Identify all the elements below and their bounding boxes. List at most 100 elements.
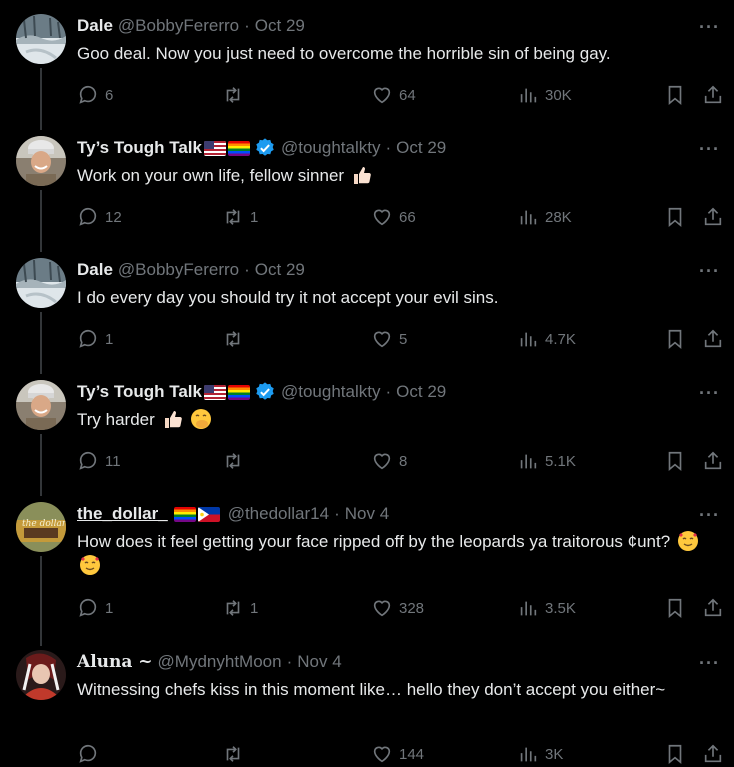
bookmark-button[interactable] bbox=[664, 742, 686, 766]
name-flags bbox=[204, 140, 250, 156]
user-handle[interactable]: @toughtalkty bbox=[281, 138, 380, 158]
user-handle[interactable]: @BobbyFererro bbox=[118, 260, 239, 280]
more-options-icon[interactable]: ··· bbox=[699, 654, 720, 672]
bookmark-button[interactable] bbox=[664, 449, 686, 473]
reply-button[interactable]: 6 bbox=[77, 83, 113, 107]
user-handle[interactable]: @MydnyhtMoon bbox=[158, 652, 282, 672]
retweet-button[interactable] bbox=[222, 449, 250, 473]
more-options-icon[interactable]: ··· bbox=[699, 262, 720, 280]
tweet[interactable]: Aluna ~ @MydnyhtMoon · Nov 4 ··· Witness… bbox=[0, 636, 734, 767]
retweet-button[interactable] bbox=[222, 83, 250, 107]
verified-badge-icon[interactable] bbox=[254, 381, 276, 403]
avatar[interactable] bbox=[16, 136, 66, 186]
display-name[interactable]: Ty’s Tough Talk bbox=[77, 138, 202, 158]
reply-button[interactable]: 1 bbox=[77, 327, 113, 351]
avatar[interactable] bbox=[16, 258, 66, 308]
avatar[interactable] bbox=[16, 650, 66, 700]
tweet[interactable]: Dale @BobbyFererro · Oct 29 ··· Goo deal… bbox=[0, 0, 734, 122]
display-name[interactable]: Ty’s Tough Talk bbox=[77, 382, 202, 402]
reply-icon bbox=[79, 329, 97, 348]
tweet[interactable]: the dollar the_dollar_ @thedollar14 · No… bbox=[0, 488, 734, 636]
share-button[interactable] bbox=[702, 742, 724, 766]
views-button[interactable]: 4.7K bbox=[517, 327, 576, 351]
views-count: 3.5K bbox=[545, 599, 576, 617]
share-button[interactable] bbox=[702, 83, 724, 107]
display-name[interactable]: Dale bbox=[77, 260, 113, 280]
verified-badge-icon[interactable] bbox=[254, 137, 276, 159]
like-count: 144 bbox=[399, 745, 425, 763]
avatar[interactable] bbox=[16, 14, 66, 64]
tweet-date[interactable]: Oct 29 bbox=[255, 260, 305, 280]
action-bar: 12 1 66 28K bbox=[77, 205, 727, 229]
tweet[interactable]: Ty’s Tough Talk @toughtalkty · Oct 29 ··… bbox=[0, 366, 734, 488]
views-button[interactable]: 5.1K bbox=[517, 449, 576, 473]
retweet-icon bbox=[226, 600, 240, 616]
reply-button[interactable]: 1 bbox=[77, 596, 113, 620]
retweet-button[interactable] bbox=[222, 742, 250, 766]
tweet[interactable]: Dale @BobbyFererro · Oct 29 ··· I do eve… bbox=[0, 244, 734, 366]
more-options-icon[interactable]: ··· bbox=[699, 384, 720, 402]
more-options-icon[interactable]: ··· bbox=[699, 506, 720, 524]
tweet-date[interactable]: Nov 4 bbox=[345, 504, 389, 524]
like-button[interactable]: 8 bbox=[371, 449, 407, 473]
tweet-text: Goo deal. Now you just need to overcome … bbox=[77, 42, 707, 66]
share-button[interactable] bbox=[702, 596, 724, 620]
tweet-date[interactable]: Oct 29 bbox=[396, 382, 446, 402]
like-button[interactable]: 5 bbox=[371, 327, 407, 351]
svg-text:the dollar: the dollar bbox=[22, 519, 66, 529]
reply-count: 6 bbox=[105, 86, 114, 104]
like-button[interactable]: 144 bbox=[371, 742, 424, 766]
bookmark-icon bbox=[668, 598, 682, 619]
bookmark-button[interactable] bbox=[664, 327, 686, 351]
share-button[interactable] bbox=[702, 327, 724, 351]
display-name[interactable]: the_dollar_ bbox=[77, 504, 168, 524]
display-name[interactable]: Dale bbox=[77, 16, 113, 36]
like-count: 66 bbox=[399, 208, 416, 226]
retweet-count: 1 bbox=[250, 208, 259, 226]
tweet-text-content: Try harder bbox=[77, 410, 155, 429]
tweet-date[interactable]: Oct 29 bbox=[396, 138, 446, 158]
retweet-button[interactable]: 1 bbox=[222, 596, 258, 620]
retweet-button[interactable] bbox=[222, 327, 250, 351]
reply-count: 1 bbox=[105, 330, 114, 348]
more-options-icon[interactable]: ··· bbox=[699, 18, 720, 36]
retweet-button[interactable]: 1 bbox=[222, 205, 258, 229]
name-flags bbox=[173, 506, 220, 522]
reply-button[interactable]: 11 bbox=[77, 449, 121, 473]
bookmark-button[interactable] bbox=[664, 205, 686, 229]
heart-icon bbox=[373, 600, 391, 617]
avatar[interactable] bbox=[16, 380, 66, 430]
like-button[interactable]: 64 bbox=[371, 83, 416, 107]
reply-icon bbox=[79, 451, 97, 470]
views-button[interactable]: 28K bbox=[517, 205, 572, 229]
separator-dot: · bbox=[334, 504, 340, 523]
user-handle[interactable]: @thedollar14 bbox=[228, 504, 329, 524]
tweet-date[interactable]: Nov 4 bbox=[297, 652, 341, 672]
avatar[interactable]: the dollar bbox=[16, 502, 66, 552]
like-button[interactable]: 328 bbox=[371, 596, 424, 620]
retweet-icon bbox=[226, 453, 240, 469]
separator-dot: · bbox=[244, 260, 250, 279]
reply-icon bbox=[79, 85, 97, 104]
tweet[interactable]: Ty’s Tough Talk @toughtalkty · Oct 29 ··… bbox=[0, 122, 734, 244]
user-handle[interactable]: @BobbyFererro bbox=[118, 16, 239, 36]
tweet-date[interactable]: Oct 29 bbox=[255, 16, 305, 36]
bookmark-button[interactable] bbox=[664, 83, 686, 107]
reply-button[interactable] bbox=[77, 742, 105, 766]
views-button[interactable]: 3K bbox=[517, 742, 563, 766]
views-button[interactable]: 30K bbox=[517, 83, 572, 107]
bookmark-button[interactable] bbox=[664, 596, 686, 620]
views-button[interactable]: 3.5K bbox=[517, 596, 576, 620]
reply-count: 12 bbox=[105, 208, 122, 226]
heart-icon bbox=[373, 209, 391, 226]
share-button[interactable] bbox=[702, 449, 724, 473]
reply-button[interactable]: 12 bbox=[77, 205, 122, 229]
share-button[interactable] bbox=[702, 205, 724, 229]
rainbow-flag-icon bbox=[173, 506, 196, 522]
separator-dot: · bbox=[385, 382, 392, 401]
user-handle[interactable]: @toughtalkty bbox=[281, 382, 380, 402]
more-options-icon[interactable]: ··· bbox=[699, 140, 720, 158]
display-name[interactable]: Aluna ~ bbox=[77, 652, 153, 672]
retweet-count: 1 bbox=[250, 599, 259, 617]
like-button[interactable]: 66 bbox=[371, 205, 416, 229]
